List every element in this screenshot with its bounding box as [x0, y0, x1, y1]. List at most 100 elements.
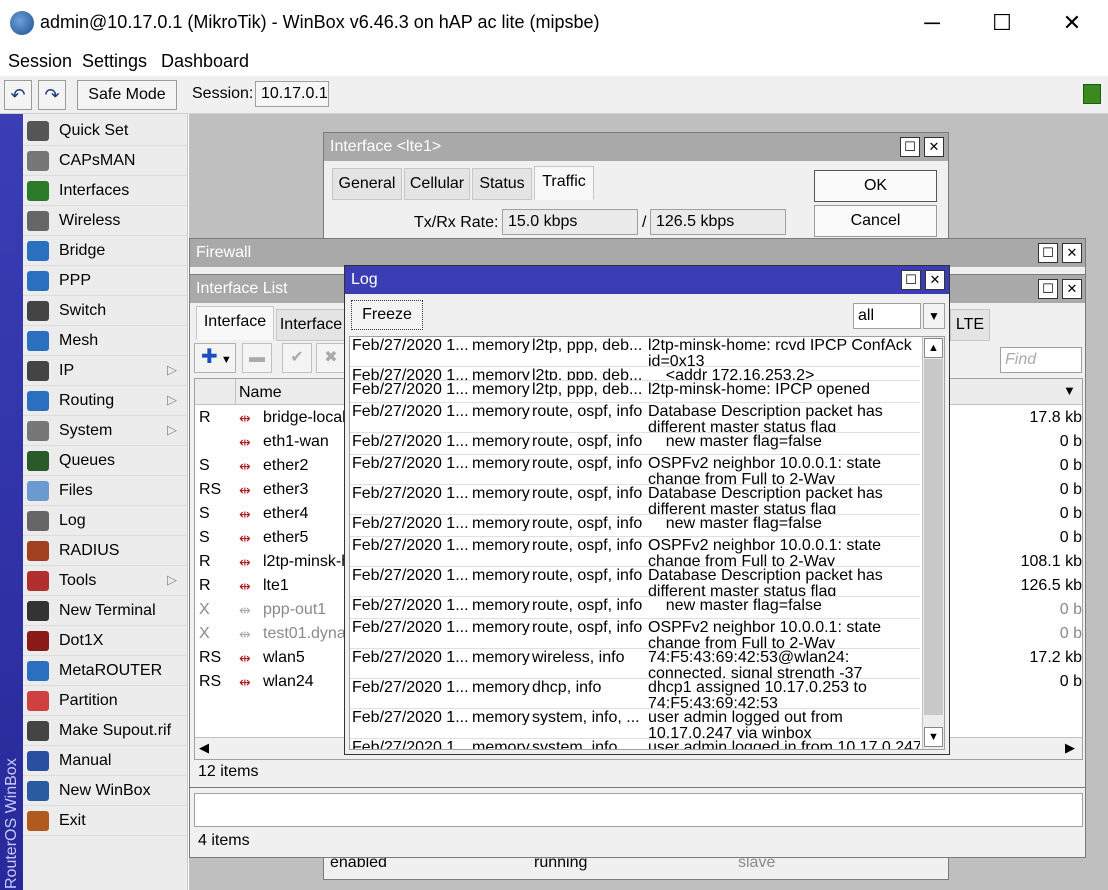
interface-type-icon: ⇹ — [239, 554, 251, 570]
window-restore-icon[interactable]: ☐ — [1038, 243, 1058, 263]
log-row[interactable]: Feb/27/2020 1... memory route, ospf, info D… — [350, 403, 920, 433]
sidebar-item-switch[interactable]: Switch — [23, 296, 187, 326]
remove-icon[interactable]: ▬ — [242, 343, 272, 373]
sidebar-item-files[interactable]: Files — [23, 476, 187, 506]
scroll-right-icon[interactable]: ▶ — [1065, 740, 1075, 756]
row-name: l2tp-minsk-h — [263, 553, 349, 570]
log-time: Feb/27/2020 1... — [352, 650, 468, 665]
menu-settings[interactable]: Settings — [82, 51, 147, 72]
menu-dashboard[interactable]: Dashboard — [161, 51, 249, 72]
freeze-button[interactable]: Freeze — [351, 300, 423, 330]
sidebar-item-bridge[interactable]: Bridge — [23, 236, 187, 266]
sidebar-item-interfaces[interactable]: Interfaces — [23, 176, 187, 206]
log-buffer: memory — [472, 538, 530, 553]
window-close-icon[interactable]: ✕ — [1062, 279, 1082, 299]
undo-icon[interactable]: ↶ — [4, 80, 32, 110]
sidebar-item-manual[interactable]: Manual — [23, 746, 187, 776]
interface-type-icon: ⇹ — [239, 530, 251, 546]
log-row[interactable]: Feb/27/2020 1... memory route, ospf, info O… — [350, 455, 920, 485]
sidebar-item-partition[interactable]: Partition — [23, 686, 187, 716]
safe-mode-button[interactable]: Safe Mode — [77, 80, 177, 110]
sidebar-item-radius[interactable]: RADIUS — [23, 536, 187, 566]
log-message: new master flag=false — [648, 598, 822, 614]
scrollbar-thumb[interactable] — [924, 359, 943, 715]
window-restore-icon[interactable]: ☐ — [900, 137, 920, 157]
log-buffer: memory — [472, 368, 530, 381]
redo-icon[interactable]: ↷ — [38, 80, 66, 110]
log-row[interactable]: Feb/27/2020 1... memory l2tp, ppp, deb... l… — [350, 337, 920, 367]
menu-session[interactable]: Session — [8, 51, 72, 72]
sidebar-item-queues[interactable]: Queues — [23, 446, 187, 476]
log-row[interactable]: Feb/27/2020 1... memory l2tp, ppp, deb... l… — [350, 381, 920, 403]
sidebar-item-exit[interactable]: Exit — [23, 806, 187, 836]
tab-interface-list[interactable]: Interface — [276, 309, 346, 341]
tab-cellular[interactable]: Cellular — [404, 168, 470, 200]
maximize-button[interactable]: ☐ — [974, 6, 1030, 40]
log-row[interactable]: Feb/27/2020 1... memory route, ospf, info D… — [350, 567, 920, 597]
log-row[interactable]: Feb/27/2020 1... memory system, info, ... u… — [350, 739, 920, 749]
tab-interface[interactable]: Interface — [196, 306, 274, 340]
tab-general[interactable]: General — [332, 168, 402, 200]
log-filter-select[interactable]: all — [853, 303, 921, 329]
sidebar-item-ppp[interactable]: PPP — [23, 266, 187, 296]
sidebar-item-log[interactable]: Log — [23, 506, 187, 536]
window-close-icon[interactable]: ✕ — [1062, 243, 1082, 263]
log-row[interactable]: Feb/27/2020 1... memory route, ospf, info … — [350, 597, 920, 619]
log-row[interactable]: Feb/27/2020 1... memory route, ospf, info … — [350, 515, 920, 537]
row-rx-rate: 108.1 kb — [1020, 553, 1082, 570]
sidebar-item-new-winbox[interactable]: New WinBox — [23, 776, 187, 806]
tab-lte[interactable]: LTE — [950, 309, 990, 341]
add-icon[interactable]: ✚ ▼ — [194, 343, 236, 373]
log-row[interactable]: Feb/27/2020 1... memory route, ospf, info D… — [350, 485, 920, 515]
enable-icon[interactable]: ✔ — [282, 343, 312, 373]
sidebar-item-make-supout-rif[interactable]: Make Supout.rif — [23, 716, 187, 746]
sidebar-item-dot1x[interactable]: Dot1X — [23, 626, 187, 656]
row-flag: S — [199, 457, 210, 474]
log-time: Feb/27/2020 1... — [352, 598, 468, 613]
name-column-header[interactable]: Name — [239, 384, 282, 402]
scroll-left-icon[interactable]: ◀ — [199, 740, 209, 756]
sidebar-item-ip[interactable]: IP ▷ — [23, 356, 187, 386]
log-row[interactable]: Feb/27/2020 1... memory l2tp, ppp, deb... … — [350, 367, 920, 381]
sidebar-item-tools[interactable]: Tools ▷ — [23, 566, 187, 596]
vertical-scrollbar[interactable]: ▲ ▼ — [922, 337, 944, 749]
scroll-up-icon[interactable]: ▲ — [924, 338, 943, 358]
column-menu-icon[interactable]: ▼ — [1063, 383, 1076, 398]
row-flag: R — [199, 409, 211, 426]
chevron-down-icon[interactable]: ▼ — [923, 303, 945, 329]
supout-icon — [27, 721, 49, 741]
cancel-button[interactable]: Cancel — [814, 205, 937, 237]
sidebar-item-capsman[interactable]: CAPsMAN — [23, 146, 187, 176]
sidebar: Quick Set CAPsMAN Interfaces Wireless Bridge… — [23, 114, 188, 890]
sidebar-item-system[interactable]: System ▷ — [23, 416, 187, 446]
row-name: test01.dyna — [263, 625, 346, 642]
log-row[interactable]: Feb/27/2020 1... memory system, info, ... u… — [350, 709, 920, 739]
tab-status[interactable]: Status — [472, 168, 532, 200]
sidebar-item-routing[interactable]: Routing ▷ — [23, 386, 187, 416]
log-row[interactable]: Feb/27/2020 1... memory route, ospf, info O… — [350, 619, 920, 649]
disable-icon[interactable]: ✖ — [316, 343, 346, 373]
log-row[interactable]: Feb/27/2020 1... memory dhcp, info dhcp1 as… — [350, 679, 920, 709]
scroll-down-icon[interactable]: ▼ — [924, 727, 943, 747]
log-row[interactable]: Feb/27/2020 1... memory route, ospf, info O… — [350, 537, 920, 567]
sidebar-item-metarouter[interactable]: MetaROUTER — [23, 656, 187, 686]
sidebar-item-mesh[interactable]: Mesh — [23, 326, 187, 356]
minimize-button[interactable]: ─ — [904, 6, 960, 40]
window-restore-icon[interactable]: ☐ — [901, 270, 921, 290]
window-close-icon[interactable]: ✕ — [925, 270, 945, 290]
tab-traffic[interactable]: Traffic — [534, 166, 594, 200]
row-name: wlan24 — [263, 673, 314, 690]
sidebar-item-quick-set[interactable]: Quick Set — [23, 116, 187, 146]
find-input[interactable]: Find — [1000, 347, 1082, 373]
sidebar-item-new-terminal[interactable]: New Terminal — [23, 596, 187, 626]
sidebar-item-wireless[interactable]: Wireless — [23, 206, 187, 236]
sidebar-item-label: Bridge — [59, 242, 106, 259]
log-row[interactable]: Feb/27/2020 1... memory wireless, info 74:F… — [350, 649, 920, 679]
system-icon — [27, 421, 49, 441]
window-restore-icon[interactable]: ☐ — [1038, 279, 1058, 299]
window-close-icon[interactable]: ✕ — [924, 137, 944, 157]
interface-type-icon: ⇹ — [239, 410, 251, 426]
ok-button[interactable]: OK — [814, 170, 937, 202]
log-row[interactable]: Feb/27/2020 1... memory route, ospf, info … — [350, 433, 920, 455]
close-button[interactable]: ✕ — [1044, 6, 1100, 40]
